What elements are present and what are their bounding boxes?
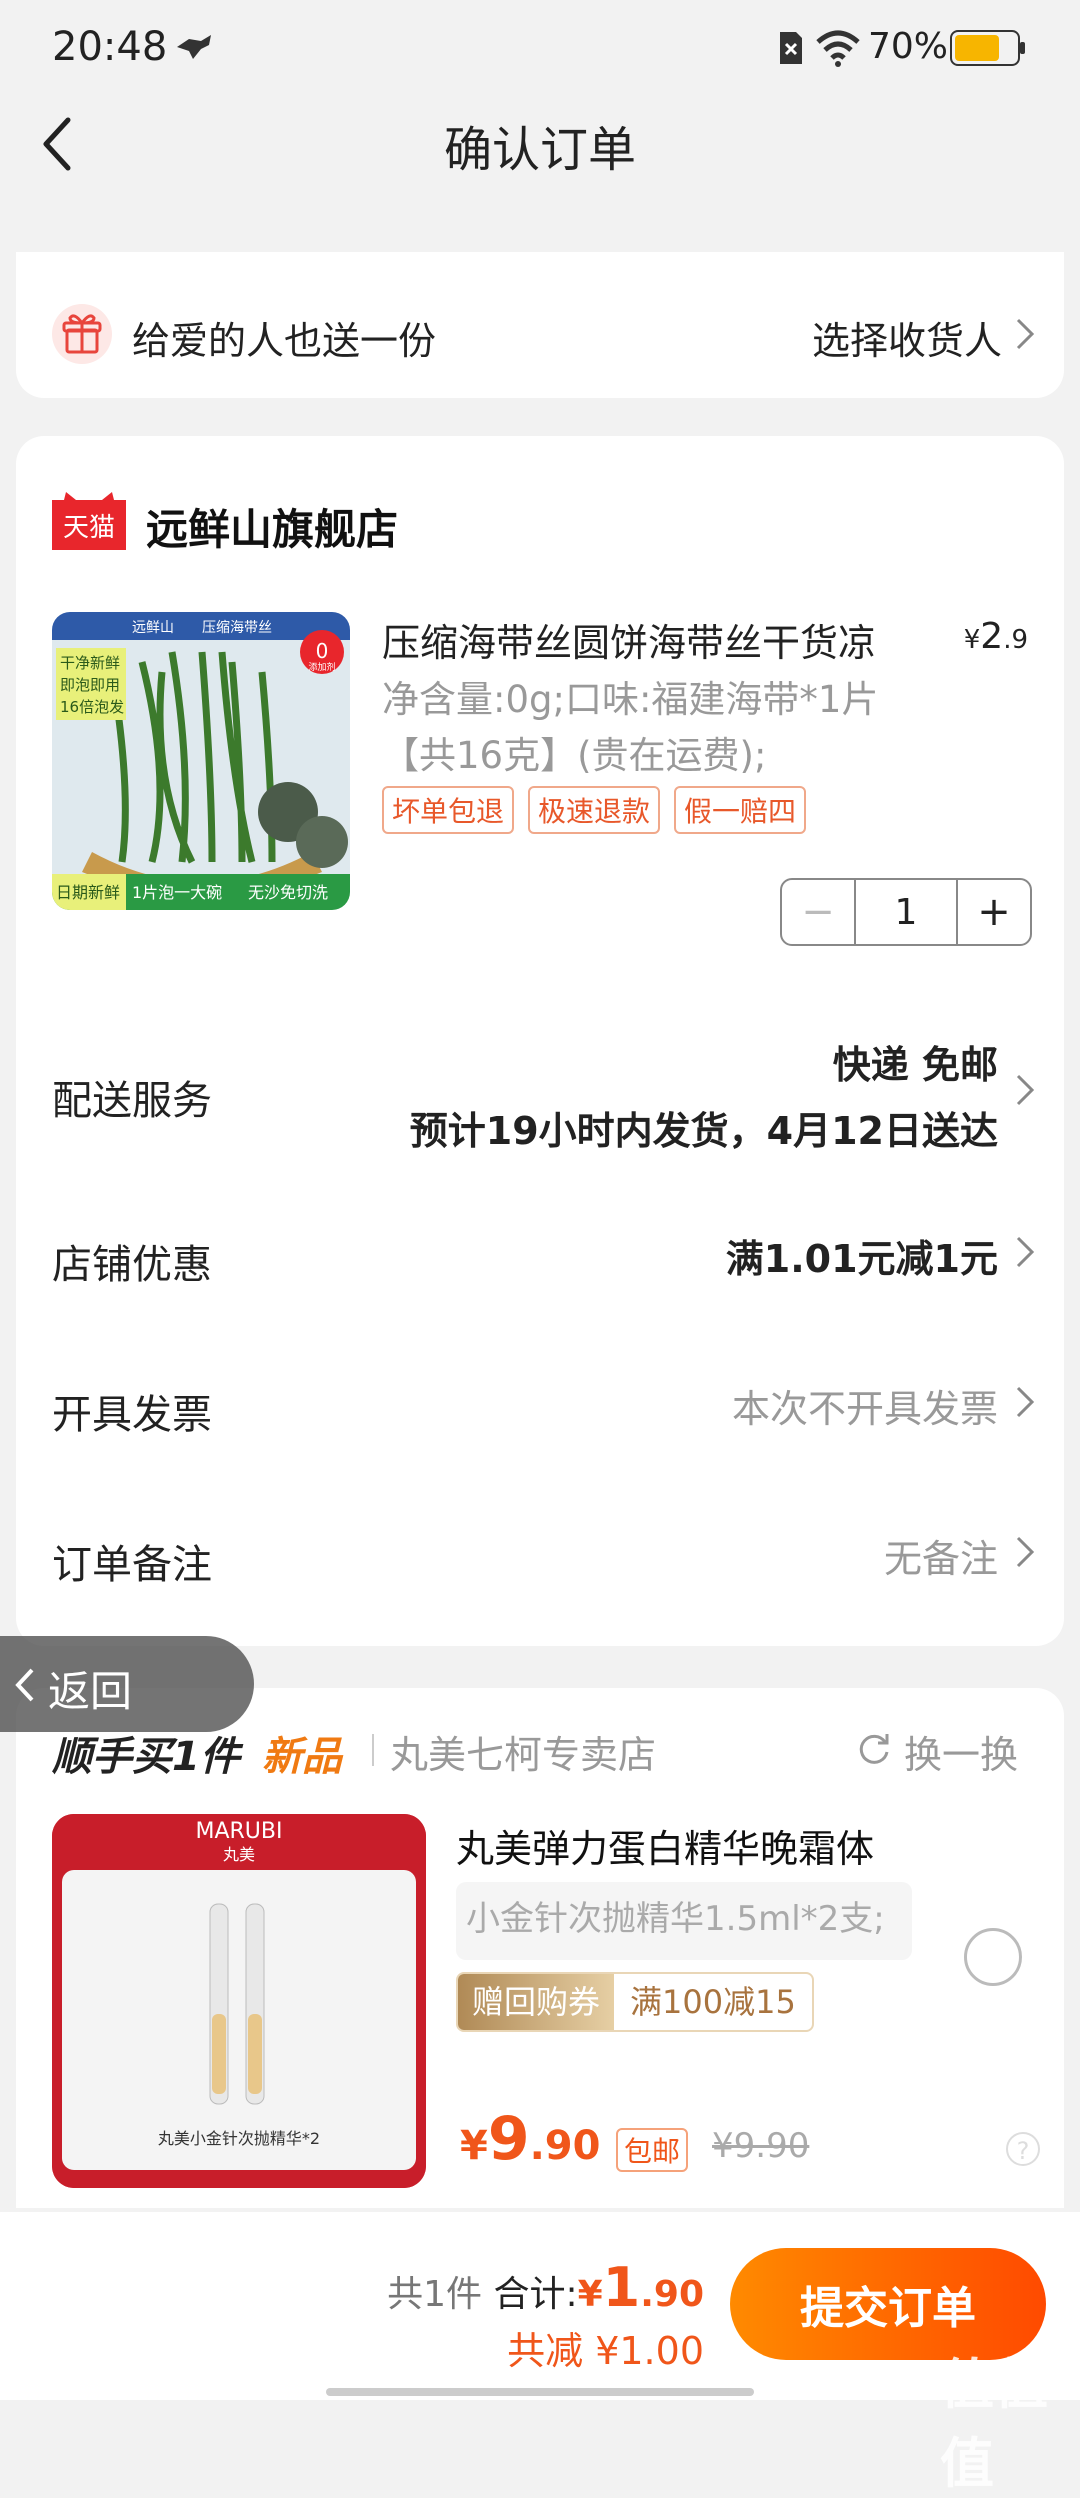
divider [372,1734,374,1766]
total-price: ¥1.90 [577,2256,704,2319]
chevron-right-icon [1016,1236,1035,1268]
discount-value: 满1.01元减1元 [725,1237,998,1281]
svg-text:即泡即用: 即泡即用 [60,676,120,694]
svg-text:远鲜山: 远鲜山 [132,620,174,636]
watermark-url: zhizhizhi.com [960,2378,1080,2399]
decrease-quantity-button[interactable]: − [782,880,854,944]
no-sim-icon [780,32,802,64]
quantity-stepper: − 1 + [780,878,1032,946]
service-tags: 坏单包退 极速退款 假一赔四 [382,786,807,834]
note-label: 订单备注 [52,1542,212,1588]
free-shipping-badge: 包邮 [616,2128,689,2172]
tag-damage-refund: 坏单包退 [382,786,515,834]
original-price: ¥9.90 [712,2126,810,2166]
repurchase-coupon: 赠回购券 满100减15 [456,1972,814,2032]
chevron-right-icon [1016,318,1035,350]
product-spec[interactable]: 净含量:0g;口味:福建海带*1片 【共16克】(贵在运费); [382,672,942,784]
svg-text:丸美: 丸美 [223,1845,255,1864]
tag-fake-compensate: 假一赔四 [674,786,807,834]
coupon-text: 满100减15 [630,1983,796,2021]
svg-text:压缩海带丝: 压缩海带丝 [202,620,272,636]
invoice-label: 开具发票 [52,1392,212,1438]
battery-icon [950,30,1025,66]
svg-text:16倍泡发: 16倍泡发 [60,698,124,716]
add-on-shop-name[interactable]: 丸美七柯专卖店 [390,1724,656,1779]
return-button[interactable]: 返回 [0,1636,254,1732]
status-bar: 20:48 70% [0,0,1080,100]
order-card: 天猫 远鲜山旗舰店 远鲜山 压缩海带丝 0 添加剂 干净新鲜 即泡即用 16倍泡… [16,436,1064,1646]
svg-text:干净新鲜: 干净新鲜 [60,654,120,672]
chevron-left-icon [15,1668,34,1702]
invoice-value: 本次不开具发票 [731,1387,998,1431]
add-on-product-image[interactable]: MARUBI 丸美 丸美小金针次抛精华*2 [52,1814,426,2188]
gift-label: 给爱的人也送一份 [132,319,437,363]
add-on-card: 顺手买1件 新品 丸美七柯专卖店 换一换 MARUBI 丸美 丸美小金针次抛精华… [16,1688,1064,2208]
add-on-title: 顺手买1件 [52,1734,240,1780]
product-title[interactable]: 压缩海带丝圆饼海带丝干货凉 [382,612,942,667]
svg-text:添加剂: 添加剂 [308,661,335,673]
add-on-product-name[interactable]: 丸美弹力蛋白精华晚霜体 [456,1818,874,1873]
increase-quantity-button[interactable]: + [958,880,1030,944]
total-saving: 共减 ¥1.00 [507,2329,704,2373]
battery-percent: 70% [868,26,949,67]
gift-icon [52,304,112,364]
help-icon[interactable]: ? [1006,2132,1040,2166]
chevron-right-icon [1016,1386,1035,1418]
refresh-icon[interactable] [854,1730,892,1768]
tag-fast-refund: 极速退款 [528,786,661,834]
new-badge: 新品 [262,1734,342,1780]
discount-label: 店铺优惠 [52,1242,212,1288]
note-value: 无备注 [883,1537,998,1581]
product-image[interactable]: 远鲜山 压缩海带丝 0 添加剂 干净新鲜 即泡即用 16倍泡发 日期新鲜 1片泡… [52,612,350,910]
page-title: 确认订单 [443,122,636,178]
svg-text:无沙免切洗: 无沙免切洗 [248,883,328,902]
total-label: 合计: [493,2274,578,2315]
shop-name[interactable]: 远鲜山旗舰店 [146,496,398,557]
watermark: 值值值 [940,2353,1048,2495]
quantity-value[interactable]: 1 [854,880,958,944]
notification-icon [177,35,211,59]
svg-text:天猫: 天猫 [63,513,115,543]
delivery-label: 配送服务 [52,1078,212,1124]
svg-text:0: 0 [316,639,329,663]
wifi-icon [816,30,860,67]
refresh-button[interactable]: 换一换 [904,1724,1018,1779]
add-on-select-radio[interactable] [964,1928,1022,1986]
svg-text:1片泡一大碗: 1片泡一大碗 [132,883,222,902]
order-total: 共1件 合计:¥1.90 [387,2256,704,2319]
gift-row[interactable]: 给爱的人也送一份 选择收货人 [16,252,1064,398]
product-price: ¥2.9 [963,616,1028,657]
return-label: 返回 [48,1667,133,1716]
svg-text:MARUBI: MARUBI [195,1819,282,1844]
add-on-price: ¥9.90 [460,2104,601,2174]
delivery-estimate: 预计19小时内发货，4月12日送达 [409,1109,998,1153]
chevron-right-icon [1016,1074,1035,1106]
home-indicator[interactable] [326,2388,754,2396]
coupon-badge: 赠回购券 [458,1974,615,2030]
choose-recipient-link[interactable]: 选择收货人 [812,310,1002,365]
tmall-logo: 天猫 [52,492,126,550]
add-on-product-spec[interactable]: 小金针次抛精华1.5ml*2支; [456,1882,912,1960]
chevron-right-icon [1016,1536,1035,1568]
clock: 20:48 [52,24,168,70]
delivery-method: 快递 免邮 [832,1043,998,1087]
checkout-bar: 共1件 合计:¥1.90 共减 ¥1.00 提交订单 [0,2212,1080,2400]
svg-text:丸美小金针次抛精华*2: 丸美小金针次抛精华*2 [158,2129,320,2148]
svg-text:日期新鲜: 日期新鲜 [56,883,120,902]
item-count: 共1件 [387,2274,482,2315]
